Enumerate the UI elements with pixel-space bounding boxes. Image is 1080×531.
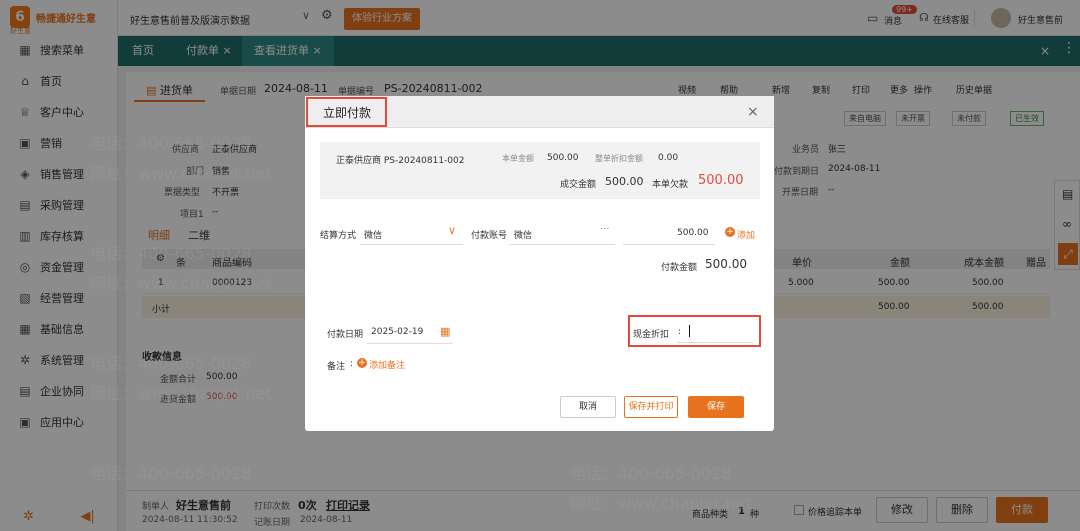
chevron-down-icon[interactable]: ∨: [448, 224, 456, 237]
account-input[interactable]: 微信: [514, 228, 532, 241]
account-label: 付款账号: [471, 231, 508, 241]
pay-dialog: 立即付款 × 正泰供应商 PS-20240811-002 本单金额 500.00…: [305, 96, 774, 431]
settle-label: 结算方式: [320, 231, 357, 241]
highlight-box: [306, 97, 387, 127]
date-underline: [367, 343, 453, 344]
deal-amount-label: 成交金额: [560, 180, 597, 190]
discount-value: 0.00: [658, 153, 679, 163]
colon: :: [678, 327, 682, 337]
supplier-doc: 正泰供应商 PS-20240811-002: [336, 156, 465, 166]
add-note-link[interactable]: 添加备注: [369, 358, 405, 371]
pay-date-label: 付款日期: [327, 330, 364, 340]
settle-underline: [360, 244, 463, 245]
cancel-button[interactable]: 取消: [560, 396, 616, 418]
add-circle-icon[interactable]: +: [725, 227, 735, 237]
pay-amount-value: 500.00: [705, 257, 747, 271]
owed-label: 本单欠款: [652, 180, 689, 190]
colon: :: [350, 359, 354, 369]
account-underline: [510, 244, 615, 245]
save-button[interactable]: 保存: [688, 396, 744, 418]
doc-amount-label: 本单金额: [502, 154, 534, 163]
settle-select[interactable]: 微信: [364, 228, 382, 241]
close-icon[interactable]: ×: [747, 104, 759, 120]
cash-discount-input[interactable]: [689, 325, 690, 337]
amount-input[interactable]: 500.00: [677, 228, 709, 238]
discount-label: 整单折扣金额: [595, 154, 643, 163]
cash-discount-label: 现金折扣: [633, 330, 670, 340]
pay-amount-label: 付款金额: [661, 263, 698, 273]
discount-underline: [677, 342, 753, 343]
owed-value: 500.00: [698, 173, 744, 188]
pay-date-input[interactable]: 2025-02-19: [371, 327, 423, 337]
doc-amount-value: 500.00: [547, 153, 579, 163]
add-circle-icon[interactable]: +: [357, 358, 367, 368]
note-label: 备注: [327, 362, 346, 372]
save-print-button[interactable]: 保存并打印: [624, 396, 678, 418]
more-dots-icon[interactable]: ···: [600, 224, 610, 235]
calendar-icon[interactable]: ▦: [440, 325, 450, 338]
summary-box: 正泰供应商 PS-20240811-002 本单金额 500.00 整单折扣金额…: [320, 142, 760, 199]
add-link[interactable]: 添加: [737, 228, 755, 241]
deal-amount-value: 500.00: [605, 175, 644, 188]
amount-underline: [623, 244, 715, 245]
